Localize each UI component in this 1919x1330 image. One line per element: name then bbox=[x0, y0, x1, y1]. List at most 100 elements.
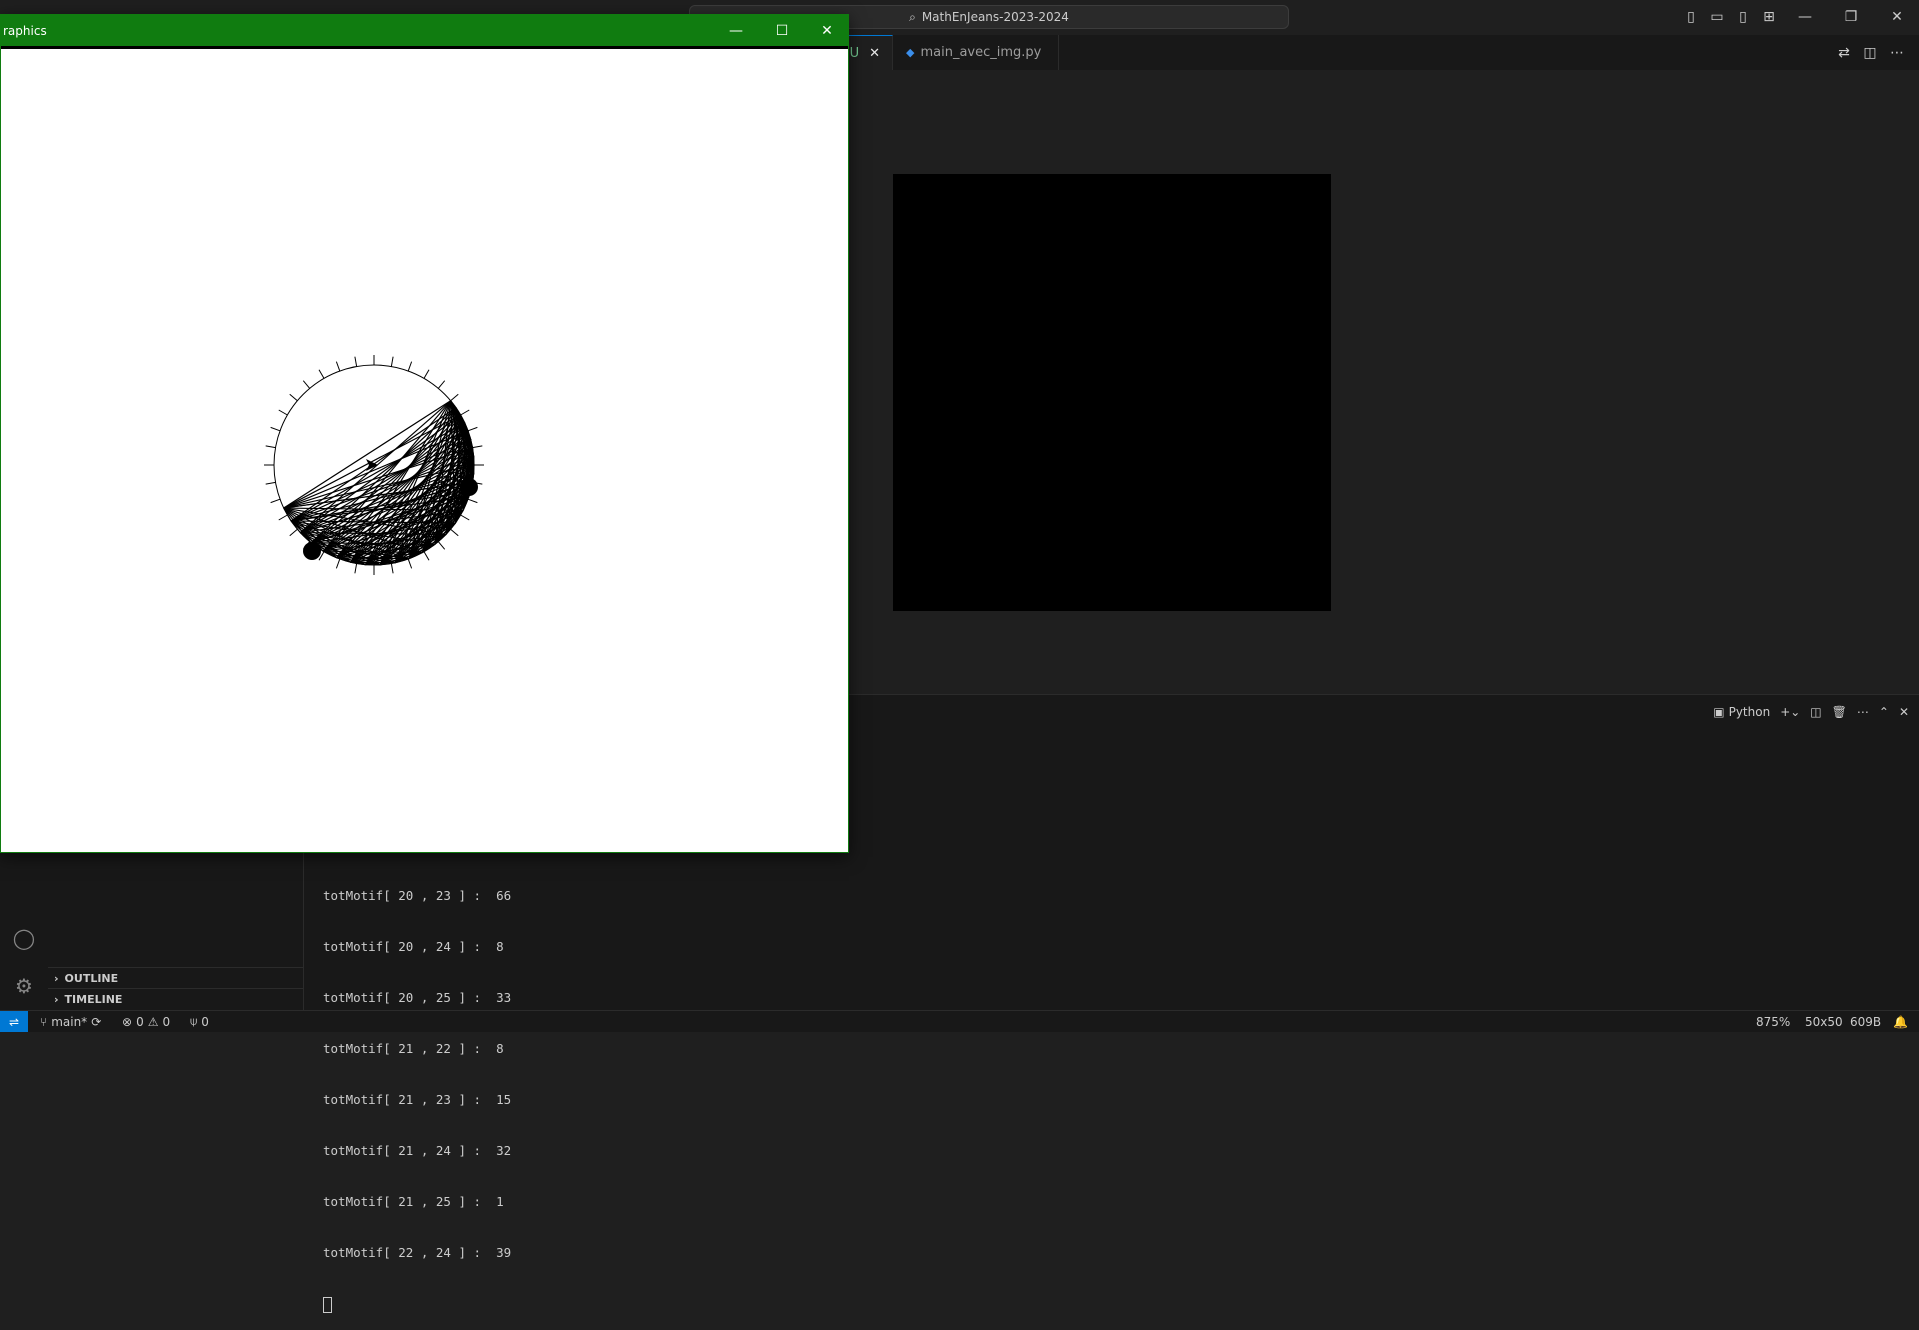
tick-mark bbox=[290, 529, 298, 535]
terminal-line: totMotif[ 20 , 24 ] : 8 bbox=[323, 938, 511, 955]
zoom-indicator[interactable]: 875% bbox=[1756, 1011, 1790, 1032]
tick-mark bbox=[391, 357, 393, 367]
radio-tower-icon: ⍦ bbox=[190, 1014, 197, 1029]
terminal-line: totMotif[ 21 , 23 ] : 15 bbox=[323, 1091, 511, 1108]
close-panel-icon[interactable]: ✕ bbox=[1899, 705, 1909, 719]
dot-marker bbox=[460, 478, 478, 496]
new-terminal-icon[interactable]: +⌄ bbox=[1780, 705, 1800, 719]
timeline-section[interactable]: › TIMELINE bbox=[48, 988, 303, 1010]
warning-count: 0 bbox=[162, 1015, 170, 1029]
outline-section[interactable]: › OUTLINE bbox=[48, 967, 303, 989]
tick-mark bbox=[438, 381, 444, 389]
terminal-line: totMotif[ 20 , 25 ] : 33 bbox=[323, 989, 511, 1006]
terminal-line: totMotif[ 21 , 25 ] : 1 bbox=[323, 1193, 511, 1210]
customize-layout-icon[interactable]: ⊞ bbox=[1758, 6, 1780, 28]
image-dimensions: 50x50 bbox=[1805, 1011, 1843, 1032]
panel-more-icon[interactable]: ⋯ bbox=[1857, 705, 1869, 719]
warning-icon: ⚠ bbox=[148, 1015, 159, 1029]
tick-mark bbox=[424, 370, 429, 379]
toggle-panel-icon[interactable]: ▭ bbox=[1706, 6, 1728, 28]
search-icon: ⌕ bbox=[909, 10, 916, 25]
tick-mark bbox=[290, 394, 298, 400]
terminal-line: totMotif[ 22 , 24 ] : 39 bbox=[323, 1244, 511, 1261]
open-changes-icon[interactable]: ⇄ bbox=[1833, 42, 1855, 64]
tick-mark bbox=[279, 515, 288, 520]
accounts-icon[interactable]: ◯ bbox=[10, 924, 38, 952]
image-preview bbox=[893, 174, 1331, 611]
error-icon: ⊗ bbox=[122, 1015, 132, 1029]
tick-mark bbox=[461, 410, 470, 415]
notifications-bell-icon[interactable]: 🔔 bbox=[1893, 1011, 1908, 1032]
size-label: 609B bbox=[1850, 1015, 1881, 1029]
chevron-right-icon: › bbox=[54, 993, 59, 1006]
tick-mark bbox=[319, 370, 324, 379]
toggle-primary-sidebar-icon[interactable]: ▯ bbox=[1680, 6, 1702, 28]
window-close-icon[interactable]: ✕ bbox=[804, 15, 850, 46]
minimize-icon[interactable]: — bbox=[1794, 6, 1816, 28]
tab-main-avec-img[interactable]: ◆ main_avec_img.py bbox=[894, 35, 1059, 70]
restore-icon[interactable]: ❐ bbox=[1840, 6, 1862, 28]
terminal-line: totMotif[ 20 , 23 ] : 66 bbox=[323, 887, 511, 904]
tick-mark bbox=[438, 542, 444, 550]
sync-icon: ⟳ bbox=[91, 1015, 101, 1029]
tick-mark bbox=[472, 446, 482, 448]
tab-label: main_avec_img.py bbox=[920, 45, 1041, 60]
terminal-output[interactable]: totMotif[ 20 , 23 ] : 66 totMotif[ 20 , … bbox=[323, 853, 511, 1330]
timeline-label: TIMELINE bbox=[65, 993, 123, 1006]
tick-mark bbox=[408, 362, 411, 371]
branch-indicator[interactable]: ⑂ main* ⟳ bbox=[40, 1011, 101, 1032]
tick-mark bbox=[461, 515, 470, 520]
status-bar: ⇌ ⑂ main* ⟳ ⊗ 0 ⚠ 0 ⍦ 0 875% 50x50 609B … bbox=[0, 1010, 1919, 1032]
zoom-label: 875% bbox=[1756, 1015, 1790, 1029]
outline-label: OUTLINE bbox=[65, 972, 119, 985]
kill-terminal-icon[interactable]: 🗑 bbox=[1832, 705, 1847, 719]
tick-mark bbox=[355, 357, 357, 367]
tick-mark bbox=[336, 362, 339, 371]
graphics-window-title: raphics bbox=[3, 24, 47, 38]
tick-mark bbox=[408, 559, 411, 568]
problems-indicator[interactable]: ⊗ 0 ⚠ 0 bbox=[122, 1011, 170, 1032]
toggle-secondary-sidebar-icon[interactable]: ▯ bbox=[1732, 6, 1754, 28]
tick-mark bbox=[391, 563, 393, 573]
image-size: 609B bbox=[1850, 1011, 1881, 1032]
tick-mark bbox=[266, 482, 276, 484]
tick-mark bbox=[424, 552, 429, 561]
terminal-profile-label: Python bbox=[1729, 705, 1771, 719]
tick-mark bbox=[336, 559, 339, 568]
terminal-profile[interactable]: ▣ Python bbox=[1713, 705, 1770, 719]
turtle-canvas bbox=[1, 49, 848, 852]
ports-indicator[interactable]: ⍦ 0 bbox=[190, 1011, 209, 1032]
tick-mark bbox=[279, 410, 288, 415]
split-terminal-icon[interactable]: ◫ bbox=[1810, 705, 1821, 719]
python-file-icon: ◆ bbox=[906, 46, 914, 59]
terminal-cursor bbox=[323, 1297, 332, 1313]
dimensions-label: 50x50 bbox=[1805, 1015, 1843, 1029]
graphics-window[interactable]: raphics — ☐ ✕ bbox=[0, 14, 849, 853]
terminal-line: totMotif[ 21 , 22 ] : 8 bbox=[323, 1040, 511, 1057]
more-actions-icon[interactable]: ⋯ bbox=[1886, 42, 1908, 64]
tick-mark bbox=[266, 446, 276, 448]
tick-mark bbox=[271, 427, 280, 430]
search-label: MathEnJeans-2023-2024 bbox=[922, 10, 1069, 24]
tick-mark bbox=[468, 499, 477, 502]
dot-marker bbox=[303, 542, 321, 560]
close-icon[interactable]: ✕ bbox=[1886, 6, 1908, 28]
panel-toolbar: ▣ Python +⌄ ◫ 🗑 ⋯ ⌃ ✕ bbox=[1713, 700, 1909, 724]
terminal-line: totMotif[ 21 , 24 ] : 32 bbox=[323, 1142, 511, 1159]
split-editor-icon[interactable]: ◫ bbox=[1859, 42, 1881, 64]
tick-mark bbox=[303, 381, 309, 389]
chevron-right-icon: › bbox=[54, 972, 59, 985]
error-count: 0 bbox=[136, 1015, 144, 1029]
ports-count: 0 bbox=[201, 1015, 209, 1029]
tick-mark bbox=[468, 427, 477, 430]
tick-mark bbox=[355, 563, 357, 573]
tab-close-icon[interactable]: ✕ bbox=[869, 46, 880, 61]
maximize-panel-icon[interactable]: ⌃ bbox=[1879, 705, 1889, 719]
remote-indicator-icon[interactable]: ⇌ bbox=[0, 1011, 28, 1032]
manage-gear-icon[interactable]: ⚙ bbox=[10, 972, 38, 1000]
git-branch-icon: ⑂ bbox=[40, 1015, 47, 1029]
branch-label: main* bbox=[51, 1015, 87, 1029]
window-maximize-icon[interactable]: ☐ bbox=[759, 15, 805, 46]
tick-mark bbox=[271, 499, 280, 502]
window-minimize-icon[interactable]: — bbox=[713, 15, 759, 46]
